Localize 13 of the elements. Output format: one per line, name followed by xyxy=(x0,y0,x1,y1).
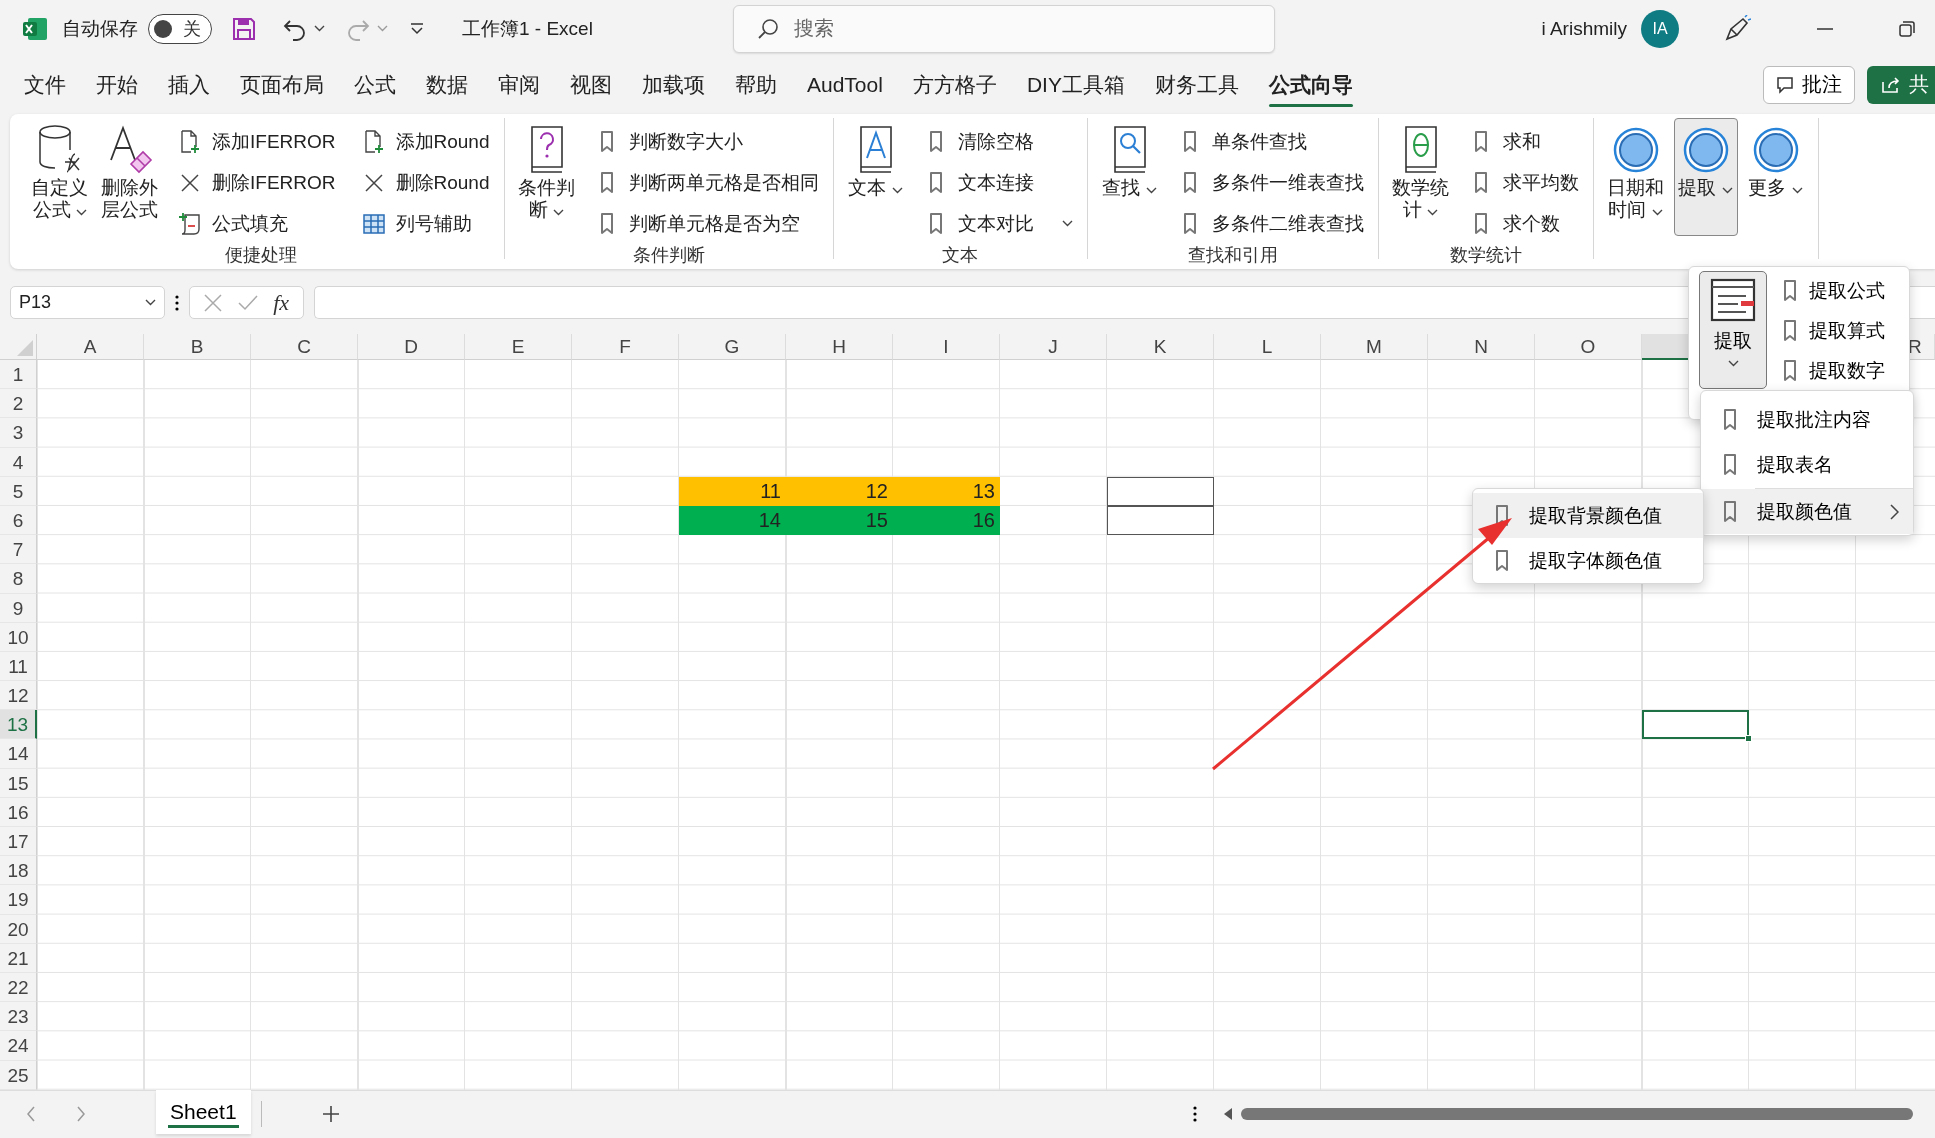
table-cell: 16 xyxy=(893,505,1000,536)
group-label: 条件判断 xyxy=(631,244,706,267)
group-label: 查找和引用 xyxy=(1186,244,1279,267)
table-cell: 15 xyxy=(786,505,893,536)
group-label: 数学统计 xyxy=(1448,244,1523,267)
table-cell: 11 xyxy=(679,476,786,506)
table-cell: 13 xyxy=(893,476,1000,506)
autosave-label: 自动保存 xyxy=(62,16,138,41)
window-title: 工作簿1 - Excel xyxy=(462,16,593,41)
table-cell: 14 xyxy=(679,505,786,536)
table-cell: 12 xyxy=(786,476,893,506)
group-label: 便捷处理 xyxy=(223,244,298,267)
group-label: 文本 xyxy=(941,244,979,267)
